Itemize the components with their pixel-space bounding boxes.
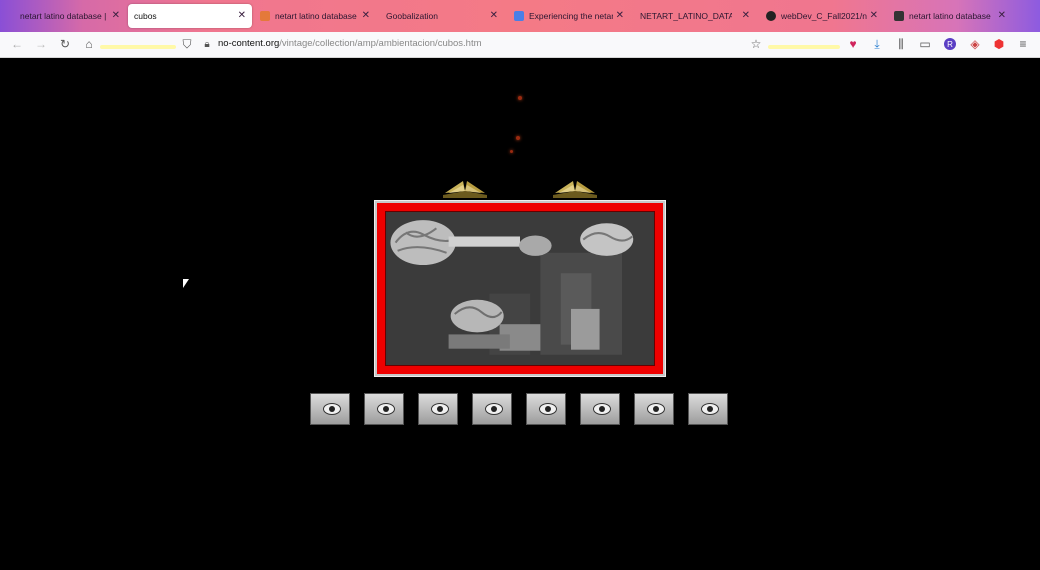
red-frame-border	[377, 203, 663, 374]
url-host: no-content.org	[218, 38, 280, 49]
close-tab-icon[interactable]: ✕	[490, 10, 498, 21]
library-icon[interactable]: ⫼	[894, 37, 908, 51]
tab-strip: netart latino database | ✕ cubos ✕ netar…	[0, 0, 1040, 32]
github-icon	[766, 11, 776, 21]
close-tab-icon[interactable]: ✕	[238, 10, 246, 21]
tab-6[interactable]: NETART_LATINO_DATABASE ✕	[634, 4, 756, 28]
eye-cube-link[interactable]	[472, 393, 512, 425]
tab-1[interactable]: netart latino database | ✕	[8, 4, 126, 28]
tab-2-active[interactable]: cubos ✕	[128, 4, 252, 28]
mouse-cursor-icon	[183, 279, 189, 288]
eye-cube-link[interactable]	[364, 393, 404, 425]
eye-icon	[377, 403, 395, 415]
bookmark-star-icon[interactable]: ☆	[749, 37, 763, 51]
navigation-toolbar: ← → ↻ ⌂ ⛉ 🔒︎ no-content.org/vintage/coll…	[0, 32, 1040, 58]
close-tab-icon[interactable]: ✕	[742, 10, 750, 21]
eye-icon	[323, 403, 341, 415]
tab-title: netart latino database	[909, 11, 991, 21]
framed-artwork[interactable]	[374, 200, 666, 377]
eye-cube-link[interactable]	[526, 393, 566, 425]
reader-view-icon[interactable]: ▭	[918, 37, 932, 51]
tab-title: cubos	[134, 11, 157, 21]
highlight-mark	[100, 45, 176, 49]
eye-cube-link[interactable]	[580, 393, 620, 425]
tab-title: Goobalization	[386, 11, 438, 21]
menu-icon[interactable]: ≡	[1016, 37, 1030, 51]
forward-icon[interactable]: →	[34, 37, 48, 51]
tab-5[interactable]: Experiencing the netart ✕	[508, 4, 630, 28]
tab-3[interactable]: netart latino database - ✕	[256, 4, 376, 28]
tab-title: netart latino database -	[275, 11, 357, 21]
close-tab-icon[interactable]: ✕	[616, 10, 624, 21]
ember-sprite	[516, 136, 520, 140]
tab-title: NETART_LATINO_DATABASE	[640, 11, 732, 21]
close-tab-icon[interactable]: ✕	[998, 10, 1006, 21]
eye-cube-link[interactable]	[634, 393, 674, 425]
extension-icon[interactable]: ◈	[968, 37, 982, 51]
address-bar[interactable]: no-content.org/vintage/collection/amp/am…	[218, 38, 482, 49]
eye-cube-link[interactable]	[688, 393, 728, 425]
eye-icon	[647, 403, 665, 415]
eye-icon	[593, 403, 611, 415]
page-content	[0, 58, 1040, 570]
shield-icon[interactable]: ⛉	[180, 37, 194, 51]
eye-cube-link[interactable]	[418, 393, 458, 425]
tab-title: Experiencing the netart	[529, 11, 613, 21]
close-tab-icon[interactable]: ✕	[870, 10, 878, 21]
highlight-mark	[768, 45, 840, 49]
tab-title: netart latino database |	[20, 11, 107, 21]
open-book-image[interactable]	[551, 173, 599, 199]
lock-icon[interactable]: 🔒︎	[200, 37, 214, 51]
tab-title: webDev_C_Fall2021/net	[781, 11, 867, 21]
ember-sprite	[518, 96, 522, 100]
tab-7[interactable]: webDev_C_Fall2021/net ✕	[760, 4, 884, 28]
close-tab-icon[interactable]: ✕	[362, 10, 370, 21]
page-icon	[260, 11, 270, 21]
home-icon[interactable]: ⌂	[82, 37, 96, 51]
adblock-icon[interactable]: ⬢	[992, 37, 1006, 51]
download-icon[interactable]: ⤓	[870, 37, 884, 51]
ember-sprite	[510, 150, 513, 153]
eye-icon	[485, 403, 503, 415]
brains-room-image	[385, 211, 655, 366]
tab-8[interactable]: netart latino database ✕	[888, 4, 1012, 28]
brains-collage	[387, 212, 653, 365]
close-tab-icon[interactable]: ✕	[112, 10, 120, 21]
tab-4[interactable]: Goobalization ✕	[380, 4, 504, 28]
reload-icon[interactable]: ↻	[58, 37, 72, 51]
open-book-image[interactable]	[441, 173, 489, 199]
eye-icon	[701, 403, 719, 415]
url-path: /vintage/collection/amp/ambientacion/cub…	[279, 38, 482, 49]
profile-avatar[interactable]: R	[944, 38, 956, 50]
docs-icon	[514, 11, 524, 21]
pocket-icon[interactable]: ♥	[846, 37, 860, 51]
eye-icon	[431, 403, 449, 415]
bookmark-icon	[894, 11, 904, 21]
eye-icon	[539, 403, 557, 415]
eye-cube-link[interactable]	[310, 393, 350, 425]
back-icon[interactable]: ←	[10, 37, 24, 51]
